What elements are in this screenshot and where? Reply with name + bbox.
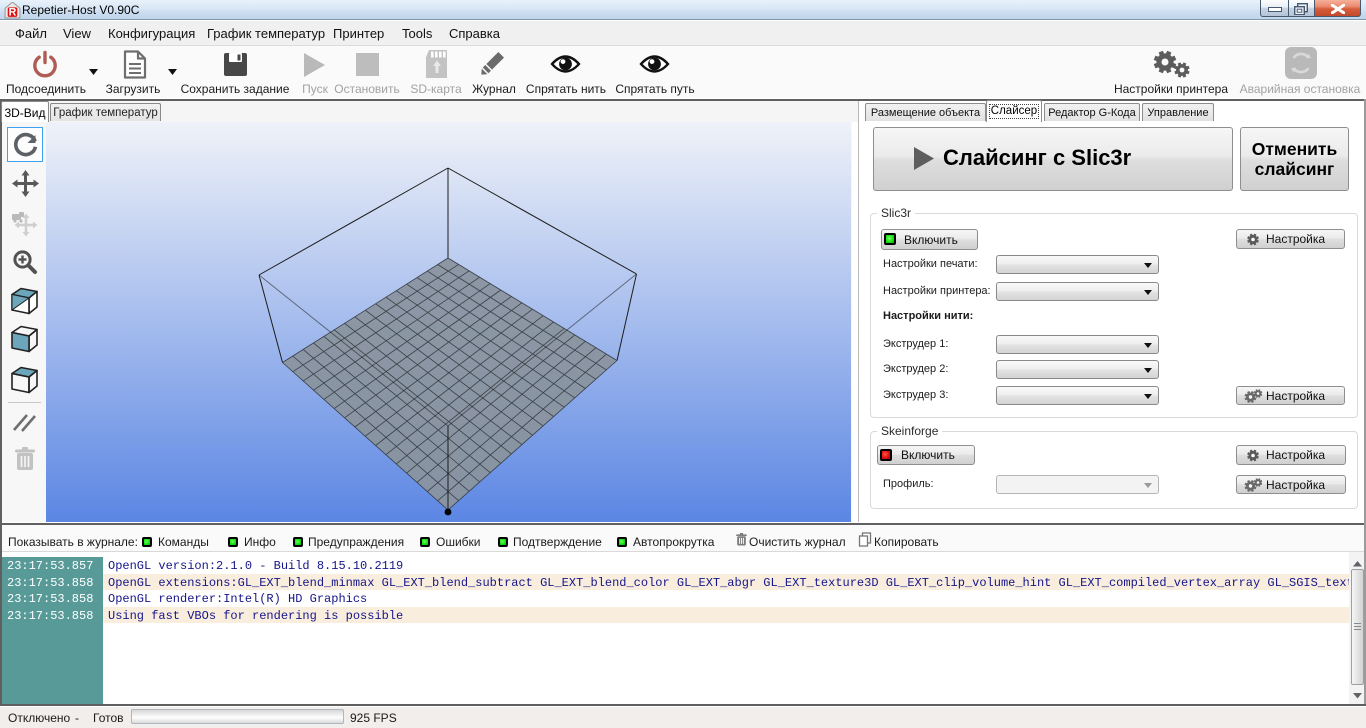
svg-text:R: R bbox=[9, 6, 17, 18]
